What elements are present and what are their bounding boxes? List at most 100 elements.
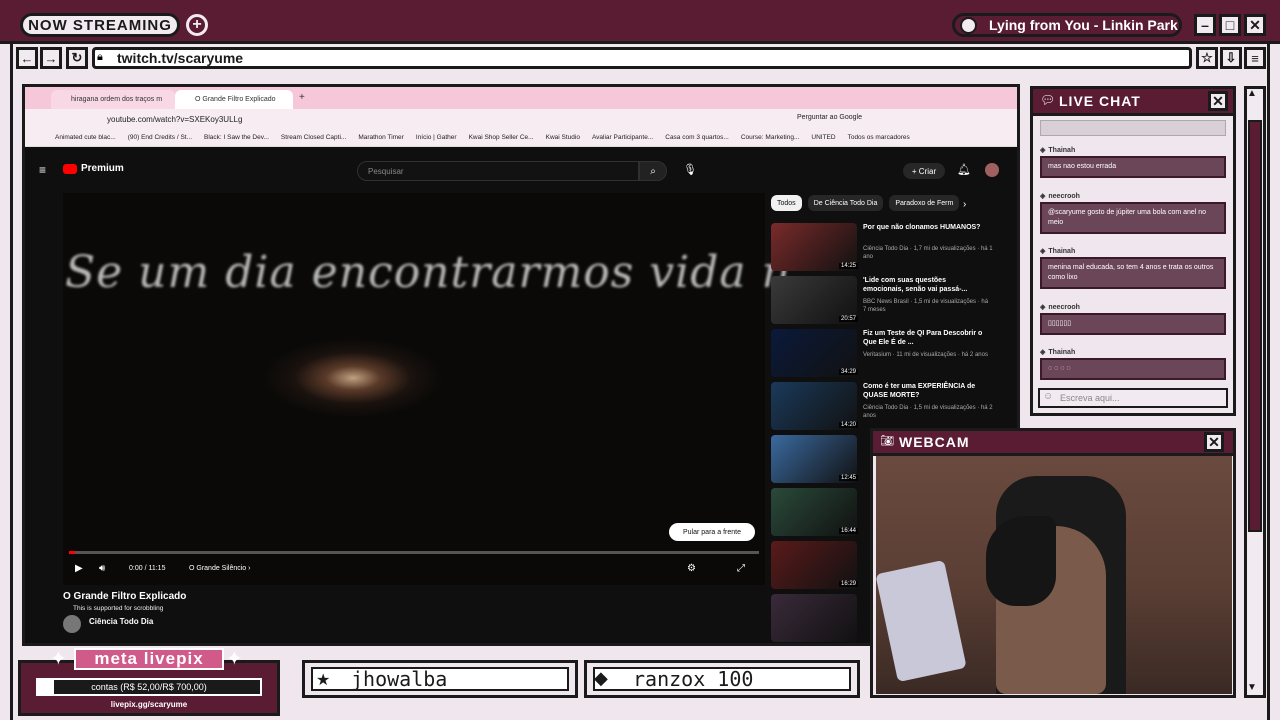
minimize-button[interactable]: –	[1194, 14, 1216, 36]
recommendation-item[interactable]: 'Lide com suas questões emocionais, senã…	[771, 276, 1011, 324]
bookmark[interactable]: UNITED	[811, 134, 835, 141]
chat-text: @scaryume gosto de júpiter uma bola com …	[1040, 202, 1226, 234]
forward-button[interactable]: →	[40, 47, 62, 69]
bell-icon[interactable]: 🔔︎	[957, 163, 971, 176]
settings-icon[interactable]: ⚙	[687, 563, 696, 574]
recommendation-meta: Ciência Todo Dia · 1,5 mi de visualizaçõ…	[863, 405, 993, 419]
bookmark[interactable]: Black: I Saw the Dev...	[204, 134, 269, 141]
create-button[interactable]: + Criar	[903, 163, 945, 179]
refresh-button[interactable]: ↻	[66, 47, 88, 69]
livepix-progress: contas (R$ 52,00/R$ 700,00)	[36, 678, 262, 696]
scroll-up-icon[interactable]: ▲	[1247, 88, 1257, 99]
viewer-name-box: ranzox 100	[584, 660, 860, 698]
bookmark[interactable]: Kwai Studio	[546, 134, 580, 141]
duration-badge: 12:45	[839, 475, 859, 481]
recommendation-title[interactable]: Por que não clonamos HUMANOS?	[863, 223, 983, 232]
recommendation-meta: Ciência Todo Dia · 1,7 mi de visualizaçõ…	[863, 246, 993, 260]
bookmark[interactable]: Stream Closed Capti...	[281, 134, 346, 141]
avatar[interactable]	[985, 163, 999, 177]
chat-username: neecrooh	[1048, 303, 1080, 311]
chip[interactable]: Paradoxo de Ferm	[889, 195, 960, 211]
menu-icon[interactable]: ≡	[1244, 47, 1266, 69]
youtube-search-input[interactable]: Pesquisar	[357, 161, 639, 181]
bookmark[interactable]: Início | Gather	[416, 134, 457, 141]
live-chat-title-text: LIVE CHAT	[1059, 93, 1141, 109]
star-icon: ✦	[50, 648, 67, 670]
progress-bar[interactable]	[69, 551, 759, 554]
tab[interactable]: hiragana ordem dos traços m	[51, 90, 175, 109]
chip[interactable]: Todos	[771, 195, 802, 211]
duration-badge: 14:20	[839, 422, 859, 428]
add-icon[interactable]: +	[186, 14, 208, 36]
inner-url-bar[interactable]: youtube.com/watch?v=SXEKoy3ULLg	[25, 109, 1017, 129]
skip-forward-button[interactable]: Pular para a frente	[669, 523, 755, 541]
star-badge-icon: ★	[316, 672, 331, 689]
viewer-name: ranzox	[633, 667, 706, 691]
scrollbar-thumb[interactable]	[1248, 120, 1262, 532]
star-icon[interactable]: ☆	[1196, 47, 1218, 69]
back-button[interactable]: ←	[16, 47, 38, 69]
channel-avatar[interactable]	[63, 615, 81, 633]
now-streaming-badge: NOW STREAMING	[20, 13, 180, 37]
bookmark[interactable]: Todos os marcadores	[848, 134, 910, 141]
chat-input[interactable]: Escreva aqui...	[1038, 388, 1228, 408]
channel-name[interactable]: Ciência Todo Dia	[89, 617, 153, 626]
play-icon[interactable]: ▶	[75, 563, 83, 574]
badge-icon: ◈	[1040, 304, 1046, 311]
emoji-icon[interactable]: ☺	[1043, 391, 1053, 402]
recommendation-meta: BBC News Brasil · 1,5 mi de visualizaçõe…	[863, 299, 989, 313]
youtube-play-icon	[63, 163, 77, 174]
close-button[interactable]: ✕	[1244, 14, 1266, 36]
webcam-title: WEBCAM	[870, 428, 1236, 456]
bookmark[interactable]: Marathon Timer	[358, 134, 404, 141]
lit-box	[875, 559, 967, 683]
bookmark[interactable]: Kwai Shop Seller Ce...	[469, 134, 534, 141]
chat-message: ◈ neecrooh @scaryume gosto de júpiter uma…	[1040, 190, 1226, 234]
microphone-icon[interactable]: 🎙︎	[683, 163, 697, 176]
bookmark[interactable]: Animated cute blac...	[55, 134, 116, 141]
viewer-name: jhowalba	[351, 667, 448, 691]
inner-url-text: youtube.com/watch?v=SXEKoy3ULLg	[107, 114, 243, 124]
chip[interactable]: De Ciência Todo Dia	[807, 195, 884, 211]
tab-active[interactable]: O Grande Filtro Explicado	[175, 90, 293, 109]
duration-badge: 16:29	[839, 581, 859, 587]
webcam-title-text: WEBCAM	[899, 434, 970, 450]
bookmark[interactable]: Casa com 3 quartos...	[665, 134, 729, 141]
chat-message: ◈ Thainah mas nao estou errada	[1040, 144, 1226, 178]
bookmark[interactable]: Course: Marketing...	[741, 134, 800, 141]
new-tab-icon[interactable]: +	[299, 92, 305, 103]
live-chat-title: LIVE CHAT	[1030, 86, 1236, 116]
chat-username: neecrooh	[1048, 192, 1080, 200]
chevron-right-icon[interactable]: ›	[963, 199, 966, 210]
recommendation-item[interactable]: Fiz um Teste de QI Para Descobrir o Que …	[771, 329, 1011, 377]
recommendation-thumbnail[interactable]	[771, 594, 857, 642]
recommendation-title[interactable]: Como é ter uma EXPERIÊNCIA de QUASE MORT…	[863, 382, 983, 400]
livepix-title: meta livepix	[74, 648, 224, 670]
badge-icon: ◈	[1040, 349, 1046, 356]
scroll-down-icon[interactable]: ▼	[1247, 682, 1257, 693]
bookmark[interactable]: Avaliar Participante...	[592, 134, 653, 141]
chapter-label[interactable]: O Grande Silêncio ›	[189, 565, 250, 572]
diamond-icon: ◆	[594, 668, 608, 688]
ask-google-button[interactable]: Perguntar ao Google	[797, 114, 862, 121]
download-icon[interactable]: ⇩	[1220, 47, 1242, 69]
close-webcam-button[interactable]: ✕	[1204, 432, 1224, 452]
fullscreen-icon[interactable]: ⤢	[737, 563, 745, 574]
recommendation-title[interactable]: 'Lide com suas questões emocionais, senã…	[863, 276, 983, 294]
volume-icon[interactable]: 🔊︎	[99, 563, 105, 574]
hamburger-icon[interactable]: ≡	[39, 163, 46, 177]
chat-text: ◌ ◌ ◌ ◌	[1040, 358, 1226, 380]
viewer-name: 100	[717, 667, 754, 691]
recommendation-title[interactable]: Fiz um Teste de QI Para Descobrir o Que …	[863, 329, 983, 347]
maximize-button[interactable]: □	[1219, 14, 1241, 36]
bookmark[interactable]: (90) End Credits / St...	[128, 134, 192, 141]
recommendation-meta: Veritasium · 11 mi de visualizações · há…	[863, 352, 988, 358]
close-chat-button[interactable]: ✕	[1208, 91, 1228, 111]
recommendation-item[interactable]: Por que não clonamos HUMANOS? Ciência Tod…	[771, 223, 1011, 271]
recommendation-item[interactable]: Como é ter uma EXPERIÊNCIA de QUASE MORT…	[771, 382, 1011, 430]
search-icon[interactable]: ⌕	[639, 161, 667, 181]
duration-badge: 16:44	[839, 528, 859, 534]
url-bar[interactable]: twitch.tv/scaryume	[92, 47, 1192, 69]
youtube-logo[interactable]: Premium	[63, 163, 124, 174]
livepix-progress-text: contas (R$ 52,00/R$ 700,00)	[91, 682, 207, 692]
